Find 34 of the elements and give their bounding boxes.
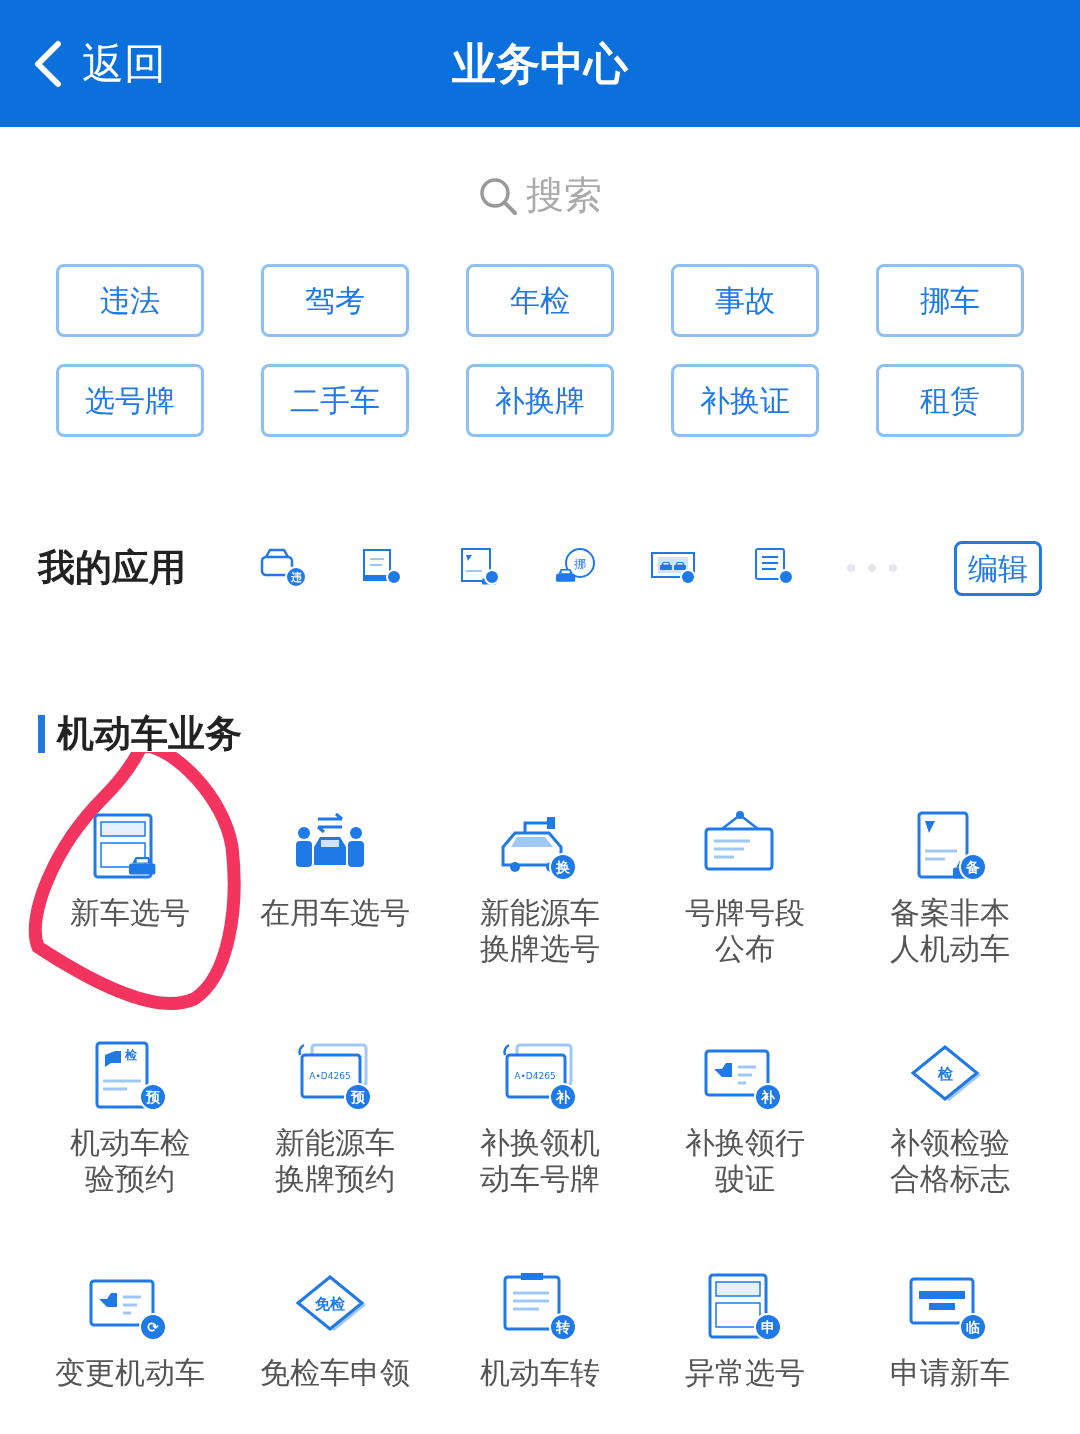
- service-label[interactable]: 补换领行 驶证: [684, 1124, 805, 1197]
- service-label[interactable]: 备案非本 人机动车: [889, 894, 1010, 967]
- tag-button[interactable]: 二手车: [261, 364, 409, 437]
- tag-button[interactable]: 补换牌: [466, 364, 614, 437]
- back-button[interactable]: 返回: [0, 32, 166, 95]
- tag-button[interactable]: 选号牌: [56, 364, 204, 437]
- service-label[interactable]: 新能源车 换牌预约: [275, 1124, 396, 1197]
- service-label[interactable]: 机动车检 验预约: [70, 1124, 191, 1197]
- tag-button[interactable]: 事故: [671, 264, 819, 337]
- page-title: 业务中心: [452, 37, 628, 90]
- service-label[interactable]: 补领检验 合格标志: [889, 1124, 1010, 1197]
- tag-button[interactable]: 补换证: [671, 364, 819, 437]
- service-label[interactable]: 申请新车: [889, 1354, 1010, 1391]
- service-label[interactable]: 在用车选号: [260, 894, 411, 931]
- back-icon: [32, 39, 62, 88]
- edit-button[interactable]: 编辑: [954, 540, 1042, 596]
- service-label[interactable]: 新车选号: [70, 894, 191, 931]
- service-label[interactable]: 变更机动车: [55, 1354, 206, 1391]
- service-label[interactable]: 号牌号段 公布: [684, 894, 805, 967]
- my-apps-title: 我的应用: [38, 546, 187, 591]
- tag-button[interactable]: 租赁: [876, 364, 1024, 437]
- section-marker: [38, 714, 45, 753]
- service-label[interactable]: 异常选号: [684, 1354, 805, 1391]
- search-icon: [478, 175, 518, 216]
- section-title: 机动车业务: [57, 712, 242, 756]
- service-label[interactable]: 新能源车 换牌选号: [480, 894, 600, 967]
- tag-button[interactable]: 违法: [56, 264, 204, 337]
- tag-button[interactable]: 挪车: [876, 264, 1024, 337]
- more-dots-icon[interactable]: [846, 563, 900, 573]
- service-label[interactable]: 免检车申领: [260, 1354, 411, 1391]
- tag-button[interactable]: 年检: [466, 264, 614, 337]
- tag-button[interactable]: 驾考: [261, 264, 409, 337]
- service-label[interactable]: 机动车转: [480, 1354, 600, 1391]
- service-label[interactable]: 补换领机 动车号牌: [480, 1124, 600, 1197]
